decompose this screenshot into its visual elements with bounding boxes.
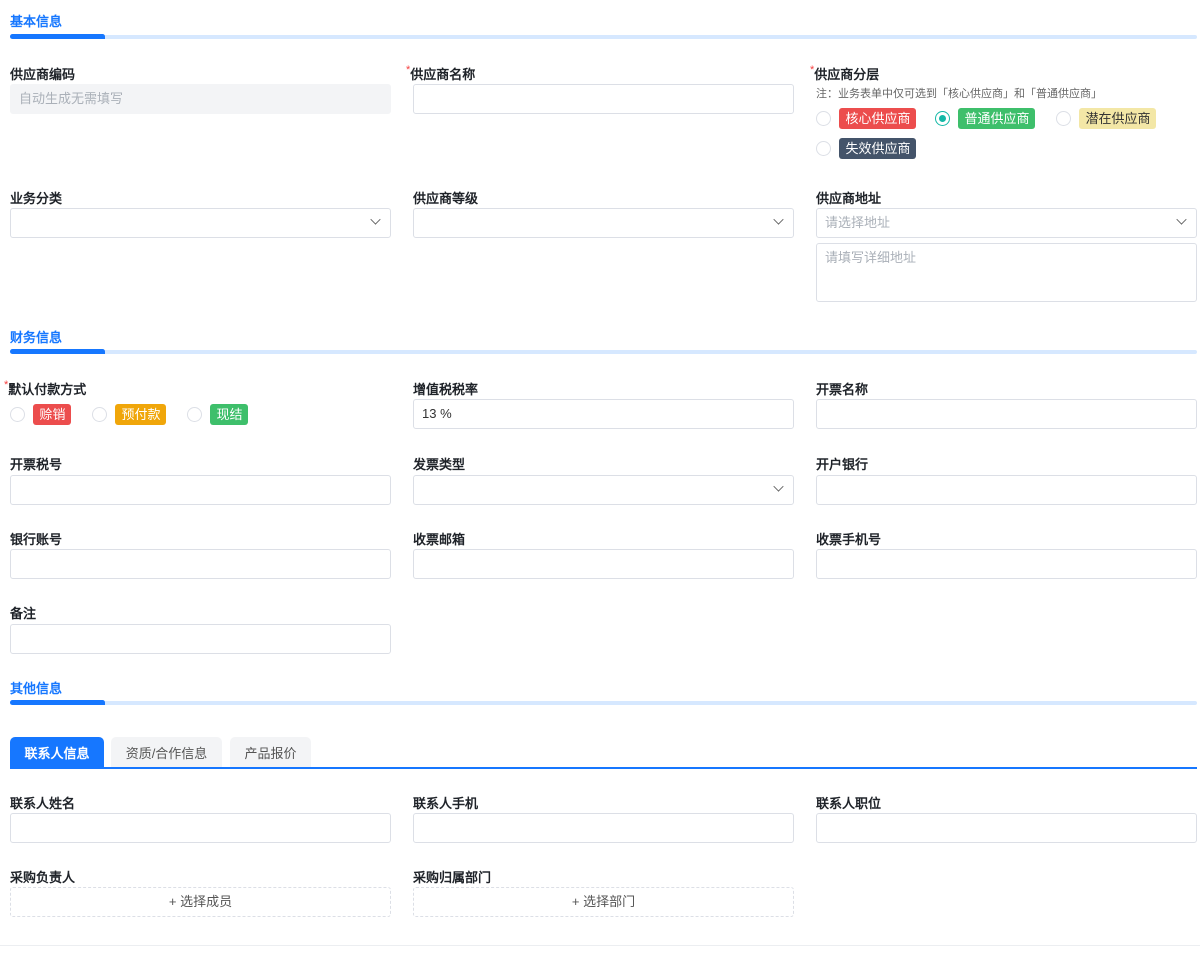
payment-option-prepay[interactable]: 预付款 — [92, 404, 167, 425]
business-category-select[interactable] — [10, 208, 391, 238]
radio[interactable] — [1056, 111, 1071, 126]
radio[interactable] — [816, 141, 831, 156]
tag: 现结 — [210, 404, 249, 425]
remark-input[interactable] — [10, 624, 391, 654]
tag: 预付款 — [115, 404, 167, 425]
invoice-name-label: 开票名称 — [816, 382, 869, 397]
bank-label: 开户银行 — [816, 457, 869, 472]
tab-underline — [10, 767, 1197, 769]
supplier-code-label: 供应商编码 — [10, 67, 76, 82]
tag: 潜在供应商 — [1079, 108, 1157, 129]
select-department-button[interactable]: + 选择部门 — [413, 887, 794, 917]
section-title-finance: 财务信息 — [10, 330, 63, 345]
bank-account-input[interactable] — [10, 549, 391, 579]
section-title-basic: 基本信息 — [10, 14, 63, 29]
vat-rate-label: 增值税税率 — [413, 382, 479, 397]
address-detail-textarea[interactable]: 请填写详细地址 — [816, 243, 1197, 302]
contact-phone-input[interactable] — [413, 813, 794, 843]
invoice-name-input[interactable] — [816, 399, 1197, 429]
invoice-email-label: 收票邮箱 — [413, 532, 466, 547]
bank-input[interactable] — [816, 475, 1197, 505]
tax-number-label: 开票税号 — [10, 457, 63, 472]
radio[interactable] — [816, 111, 831, 126]
payment-option-credit[interactable]: 赊销 — [10, 404, 72, 425]
section-divider — [10, 349, 1197, 354]
tier-option-normal[interactable]: 普通供应商 — [935, 108, 1036, 129]
business-category-label: 业务分类 — [10, 191, 63, 206]
department-label: 采购归属部门 — [413, 870, 492, 885]
label-text: 供应商名称 — [410, 67, 476, 82]
supplier-tier-note: 注：业务表单中仅可选到「核心供应商」和「普通供应商」 — [816, 88, 1102, 100]
placeholder: 请选择地址 — [825, 215, 891, 230]
invoice-email-input[interactable] — [413, 549, 794, 579]
bank-account-label: 银行账号 — [10, 532, 63, 547]
tag: 普通供应商 — [958, 108, 1036, 129]
chevron-down-icon — [773, 481, 784, 492]
tab-contact-info[interactable]: 联系人信息 — [10, 737, 104, 768]
remark-label: 备注 — [10, 606, 37, 621]
contact-name-label: 联系人姓名 — [10, 796, 76, 811]
chevron-down-icon — [773, 214, 784, 225]
radio[interactable] — [92, 407, 107, 422]
supplier-grade-select[interactable] — [413, 208, 794, 238]
label-text: 默认付款方式 — [8, 382, 87, 397]
placeholder: 请填写详细地址 — [825, 250, 917, 265]
contact-title-input[interactable] — [816, 813, 1197, 843]
radio[interactable] — [187, 407, 202, 422]
vat-rate-input[interactable]: 13 % — [413, 399, 794, 429]
contact-name-input[interactable] — [10, 813, 391, 843]
payment-method-label: *默认付款方式 — [4, 379, 86, 398]
supplier-name-label: *供应商名称 — [406, 64, 475, 83]
invoice-phone-label: 收票手机号 — [816, 532, 882, 547]
buyer-label: 采购负责人 — [10, 870, 76, 885]
tag: 核心供应商 — [839, 108, 917, 129]
chevron-down-icon — [370, 214, 381, 225]
section-title-other: 其他信息 — [10, 681, 63, 696]
radio-selected[interactable] — [935, 111, 950, 126]
tag: 赊销 — [33, 404, 72, 425]
tier-option-potential[interactable]: 潜在供应商 — [1056, 108, 1157, 129]
payment-option-cash[interactable]: 现结 — [187, 404, 249, 425]
section-divider — [10, 34, 1197, 39]
invoice-type-label: 发票类型 — [413, 457, 466, 472]
supplier-name-input[interactable] — [413, 84, 794, 114]
tax-number-input[interactable] — [10, 475, 391, 505]
tag: 失效供应商 — [839, 138, 917, 159]
contact-title-label: 联系人职位 — [816, 796, 882, 811]
address-select[interactable]: 请选择地址 — [816, 208, 1197, 238]
select-member-button[interactable]: + 选择成员 — [10, 887, 391, 917]
tab-product-quote[interactable]: 产品报价 — [230, 737, 311, 768]
invoice-type-select[interactable] — [413, 475, 794, 505]
placeholder: 自动生成无需填写 — [19, 91, 124, 106]
tab-qualification[interactable]: 资质/合作信息 — [111, 737, 222, 768]
supplier-address-label: 供应商地址 — [816, 191, 882, 206]
supplier-grade-label: 供应商等级 — [413, 191, 479, 206]
tier-option-invalid[interactable]: 失效供应商 — [816, 138, 917, 159]
footer-divider — [0, 945, 1200, 946]
supplier-code-input: 自动生成无需填写 — [10, 84, 391, 114]
radio[interactable] — [10, 407, 25, 422]
invoice-phone-input[interactable] — [816, 549, 1197, 579]
section-divider — [10, 700, 1197, 705]
chevron-down-icon — [1176, 214, 1187, 225]
tier-option-core[interactable]: 核心供应商 — [816, 108, 917, 129]
contact-phone-label: 联系人手机 — [413, 796, 479, 811]
supplier-tier-label: *供应商分层 — [810, 64, 879, 83]
label-text: 供应商分层 — [814, 67, 880, 82]
